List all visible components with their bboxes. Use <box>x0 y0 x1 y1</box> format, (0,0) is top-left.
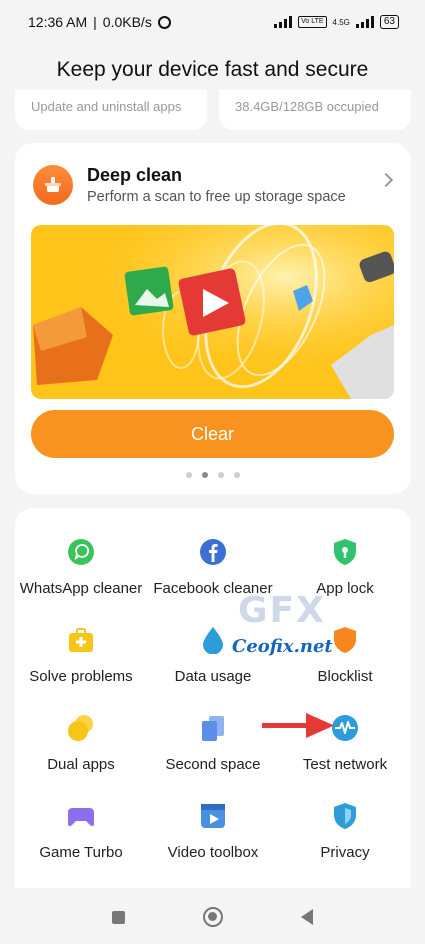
network-type: 4.5G <box>332 17 350 27</box>
privacy-shield-icon <box>334 803 356 829</box>
dual-circles-icon <box>68 715 93 741</box>
back-icon[interactable] <box>301 909 313 925</box>
chevron-right-icon[interactable] <box>378 172 394 188</box>
stacked-squares-icon <box>202 716 224 741</box>
tool-game-turbo[interactable]: Game Turbo <box>15 802 147 874</box>
water-drop-icon <box>203 627 223 654</box>
facebook-icon <box>200 539 226 565</box>
watermark-text: Ceofix.net <box>232 636 333 657</box>
deep-clean-card[interactable]: Deep clean Perform a scan to free up sto… <box>15 143 411 494</box>
tool-solve-problems[interactable]: Solve problems <box>15 626 147 698</box>
pager-dot[interactable] <box>186 472 192 478</box>
signal-icon <box>274 16 293 28</box>
manage-apps-card[interactable]: Update and uninstall apps <box>15 90 207 130</box>
banner-pager <box>15 472 411 478</box>
network-pulse-icon <box>332 715 358 741</box>
deep-clean-banner <box>31 225 394 399</box>
tool-label: Video toolbox <box>167 844 259 861</box>
deep-clean-subtitle: Perform a scan to free up storage space <box>87 189 346 205</box>
alarm-icon <box>157 15 171 29</box>
banner-illustration <box>31 225 394 399</box>
tool-label: Game Turbo <box>39 844 123 861</box>
tool-label: Blocklist <box>317 668 373 685</box>
broom-icon <box>33 165 73 205</box>
volte-badge: Vo LTE <box>298 16 327 28</box>
deep-clean-title: Deep clean <box>87 165 183 185</box>
tool-label: Dual apps <box>47 756 115 773</box>
tool-dual-apps[interactable]: Dual apps <box>15 714 147 786</box>
tool-label: Test network <box>302 756 388 773</box>
gamepad-icon <box>68 808 94 827</box>
video-icon <box>201 804 225 828</box>
shield-lock-icon <box>334 539 356 565</box>
storage-caption: 38.4GB/128GB occupied <box>235 99 379 114</box>
status-separator: | <box>93 14 97 30</box>
tool-privacy[interactable]: Privacy <box>279 802 411 874</box>
status-right: Vo LTE 4.5G 63 <box>274 15 399 29</box>
shield-icon <box>334 627 356 653</box>
tool-label: Data usage <box>174 668 252 685</box>
manage-apps-caption: Update and uninstall apps <box>31 99 182 114</box>
pager-dot[interactable] <box>234 472 240 478</box>
tool-label: Solve problems <box>29 668 133 685</box>
storage-card[interactable]: 38.4GB/128GB occupied <box>219 90 411 130</box>
tool-label: Privacy <box>320 844 370 861</box>
recents-icon[interactable] <box>112 910 125 924</box>
pager-dot-active[interactable] <box>202 472 208 478</box>
clear-button[interactable]: Clear <box>31 410 394 458</box>
status-left: 12:36 AM | 0.0KB/s <box>28 14 171 30</box>
tool-second-space[interactable]: Second space <box>147 714 279 786</box>
status-time: 12:36 AM <box>28 14 88 30</box>
tool-label: WhatsApp cleaner <box>19 580 143 597</box>
status-speed: 0.0KB/s <box>102 14 152 30</box>
red-arrow-icon <box>262 713 334 738</box>
tool-video-toolbox[interactable]: Video toolbox <box>147 802 279 874</box>
toolbox-icon <box>69 628 93 652</box>
tools-grid: WhatsApp cleaner Facebook cleaner App lo… <box>15 508 411 888</box>
whatsapp-icon <box>68 539 94 565</box>
watermark-logo: GFX <box>238 590 326 631</box>
pager-dot[interactable] <box>218 472 224 478</box>
tool-label: Second space <box>165 756 261 773</box>
tool-whatsapp-cleaner[interactable]: WhatsApp cleaner <box>15 538 147 610</box>
signal-icon-2 <box>355 16 374 28</box>
navigation-bar <box>0 890 425 944</box>
status-bar: 12:36 AM | 0.0KB/s Vo LTE 4.5G 63 <box>0 0 425 44</box>
home-icon[interactable] <box>203 907 223 927</box>
page-title: Keep your device fast and secure <box>56 58 369 81</box>
battery-icon: 63 <box>379 15 399 29</box>
